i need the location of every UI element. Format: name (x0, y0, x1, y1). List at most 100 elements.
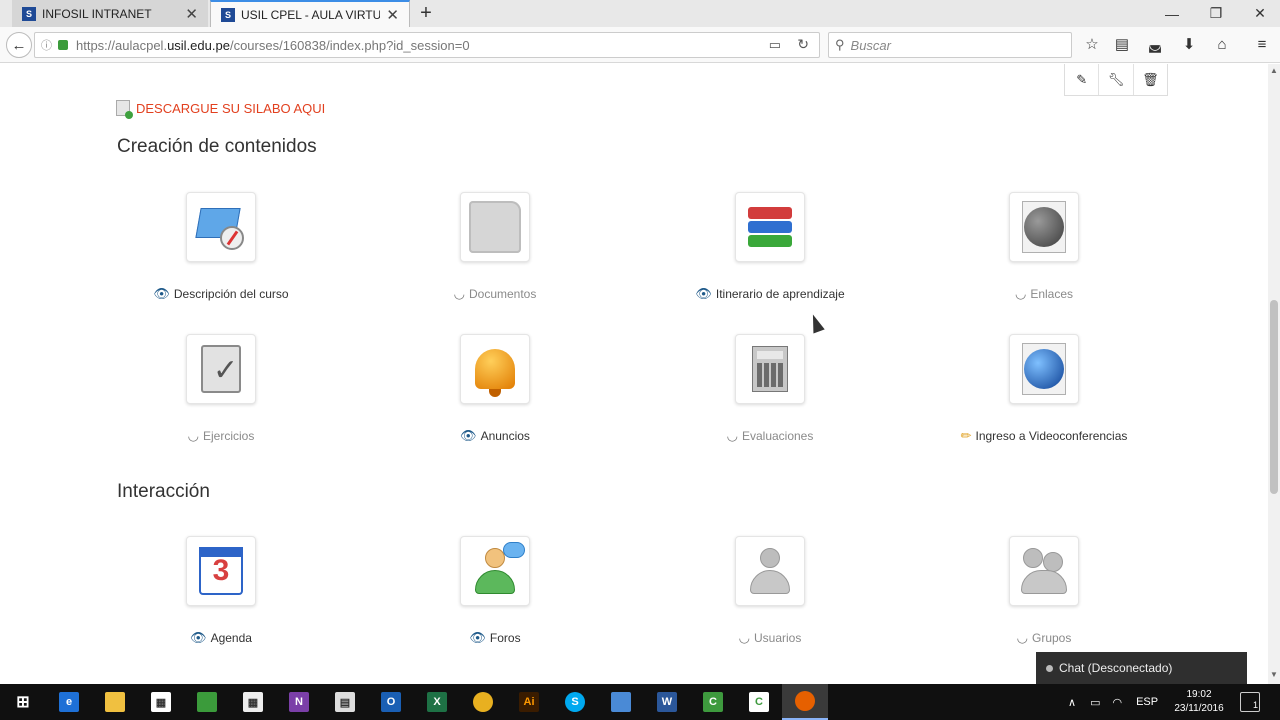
forum-user-icon (473, 542, 525, 596)
camtasia-recorder-icon[interactable]: C (736, 684, 782, 720)
store-icon[interactable]: ▦ (138, 684, 184, 720)
download-icon[interactable]: ⬇ (1178, 33, 1200, 55)
tool-card[interactable] (1009, 192, 1079, 262)
reload-icon[interactable]: ↻ (797, 36, 809, 53)
skype-icon[interactable]: S (552, 684, 598, 720)
hidden-eye-icon[interactable]: ◡ (454, 286, 465, 302)
visible-eye-icon[interactable]: 👁︎ (469, 630, 486, 646)
tool-label[interactable]: ✏︎ Ingreso a Videoconferencias (919, 428, 1169, 444)
search-input[interactable]: ⚲ Buscar (828, 32, 1072, 58)
menu-icon[interactable]: ≡ (1251, 33, 1273, 55)
trash-icon[interactable]: 🗑︎ (1134, 64, 1167, 95)
windows-start-icon[interactable]: ⊞ (0, 684, 46, 720)
edit-pencil-icon[interactable]: ✎ (1065, 64, 1100, 95)
wifi-icon[interactable]: ◠ (1112, 696, 1122, 709)
tool-card[interactable] (460, 192, 530, 262)
home-icon[interactable]: ⌂ (1211, 33, 1233, 55)
info-icon[interactable]: ⓘ (41, 37, 52, 53)
app-green-icon[interactable] (184, 684, 230, 720)
outlook-icon[interactable]: O (368, 684, 414, 720)
tool-label-text: Ingreso a Videoconferencias (975, 429, 1128, 443)
close-tab-icon[interactable]: ✕ (185, 5, 198, 23)
maximize-button[interactable]: ❐ (1194, 0, 1238, 27)
bookmark-star-icon[interactable]: ☆ (1081, 33, 1103, 55)
scroll-up-icon[interactable]: ▲ (1268, 66, 1280, 78)
hidden-eye-icon[interactable]: ◡ (1015, 286, 1026, 302)
hidden-eye-icon[interactable]: ◡ (727, 428, 738, 444)
excel-icon[interactable]: X (414, 684, 460, 720)
calculator-icon[interactable]: ▤ (322, 684, 368, 720)
word-icon[interactable]: W (644, 684, 690, 720)
calculator-app-icon[interactable]: ▦ (230, 684, 276, 720)
minimize-button[interactable]: — (1150, 0, 1194, 27)
scroll-thumb[interactable] (1270, 300, 1278, 494)
firefox-icon[interactable] (782, 684, 828, 720)
visible-eye-icon[interactable]: 👁︎ (190, 630, 207, 646)
tool-card[interactable] (460, 536, 530, 606)
tool-label[interactable]: 👁︎ Anuncios (370, 428, 620, 444)
visible-eye-icon[interactable]: 👁︎ (695, 286, 712, 302)
wrench-icon[interactable]: 🔧︎ (1099, 64, 1134, 95)
tool-card[interactable] (186, 334, 256, 404)
tray-expand-icon[interactable]: ∧ (1068, 696, 1076, 709)
tab-aula-virtual[interactable]: S USIL CPEL - AULA VIRTUA... ✕ (210, 0, 410, 27)
tool-card[interactable]: 3 (186, 536, 256, 606)
tool-card[interactable] (1009, 536, 1079, 606)
page-scrollbar[interactable]: ▲ ▼ (1268, 64, 1280, 684)
action-center-icon[interactable]: 1 (1240, 692, 1260, 712)
tool-label-text: Anuncios (480, 429, 530, 443)
tool-label[interactable]: ◡ Grupos (919, 630, 1169, 646)
tool-label[interactable]: ◡ Evaluaciones (645, 428, 895, 444)
back-button[interactable]: ← (6, 32, 32, 58)
tool-label[interactable]: ◡ Enlaces (919, 286, 1169, 302)
tool-label-text: Documentos (468, 287, 537, 301)
tool-card[interactable] (735, 536, 805, 606)
tool-label[interactable]: ◡ Usuarios (645, 630, 895, 646)
camtasia-icon[interactable]: C (690, 684, 736, 720)
library-icon[interactable]: ▤ (1111, 33, 1133, 55)
tool-label[interactable]: ◡ Documentos (370, 286, 620, 302)
hidden-eye-icon[interactable]: ◡ (188, 428, 199, 444)
tool-label[interactable]: 👁︎ Itinerario de aprendizaje (645, 286, 895, 302)
battery-icon[interactable]: ▭ (1090, 696, 1100, 709)
chat-widget[interactable]: Chat (Desconectado) (1036, 652, 1247, 684)
tool-label[interactable]: ◡ Ejercicios (96, 428, 346, 444)
tab-infosil[interactable]: S INFOSIL INTRANET ✕ (12, 0, 208, 27)
tool-card[interactable] (460, 334, 530, 404)
blue-globe-document-icon (1022, 343, 1066, 395)
edit-pencil-icon[interactable]: ✏︎ (961, 428, 972, 444)
edge-icon[interactable]: e (46, 684, 92, 720)
tool-card[interactable] (1009, 334, 1079, 404)
hidden-eye-icon[interactable]: ◡ (739, 630, 750, 646)
section-title-contenidos: Creación de contenidos (117, 136, 317, 157)
tab-title: INFOSIL INTRANET (42, 6, 152, 21)
tool-card[interactable] (735, 192, 805, 262)
illustrator-icon[interactable]: Ai (506, 684, 552, 720)
pocket-icon[interactable]: ◛ (1144, 33, 1166, 55)
language-indicator[interactable]: ESP (1136, 696, 1158, 708)
reader-view-icon[interactable]: ▭ (769, 37, 781, 53)
onenote-icon[interactable]: N (276, 684, 322, 720)
hidden-eye-icon[interactable]: ◡ (1017, 630, 1028, 646)
tool-label[interactable]: 👁︎ Descripción del curso (96, 286, 346, 302)
app-blue-icon[interactable] (598, 684, 644, 720)
url-domain: usil.edu.pe (167, 37, 230, 53)
tool-card[interactable] (735, 334, 805, 404)
visible-eye-icon[interactable]: 👁︎ (153, 286, 170, 302)
visible-eye-icon[interactable]: 👁︎ (460, 428, 477, 444)
clock[interactable]: 19:02 23/11/2016 (1166, 684, 1232, 720)
tab-title: USIL CPEL - AULA VIRTUA... (241, 7, 381, 22)
tool-label[interactable]: 👁︎ Agenda (96, 630, 346, 646)
compass-map-icon (195, 204, 244, 250)
close-tab-icon[interactable]: ✕ (386, 6, 399, 24)
tool-label[interactable]: 👁︎ Foros (370, 630, 620, 646)
chrome-icon[interactable] (460, 684, 506, 720)
tool-card[interactable] (186, 192, 256, 262)
new-tab-button[interactable]: + (416, 2, 436, 24)
file-explorer-icon[interactable] (92, 684, 138, 720)
close-window-button[interactable]: ✕ (1238, 0, 1280, 27)
scroll-down-icon[interactable]: ▼ (1268, 670, 1280, 682)
silabo-download-link[interactable]: DESCARGUE SU SILABO AQUI (116, 100, 325, 119)
tool-label-text: Ejercicios (202, 429, 255, 443)
address-bar[interactable]: ⓘ https://aulacpel.usil.edu.pe/courses/1… (34, 32, 820, 58)
